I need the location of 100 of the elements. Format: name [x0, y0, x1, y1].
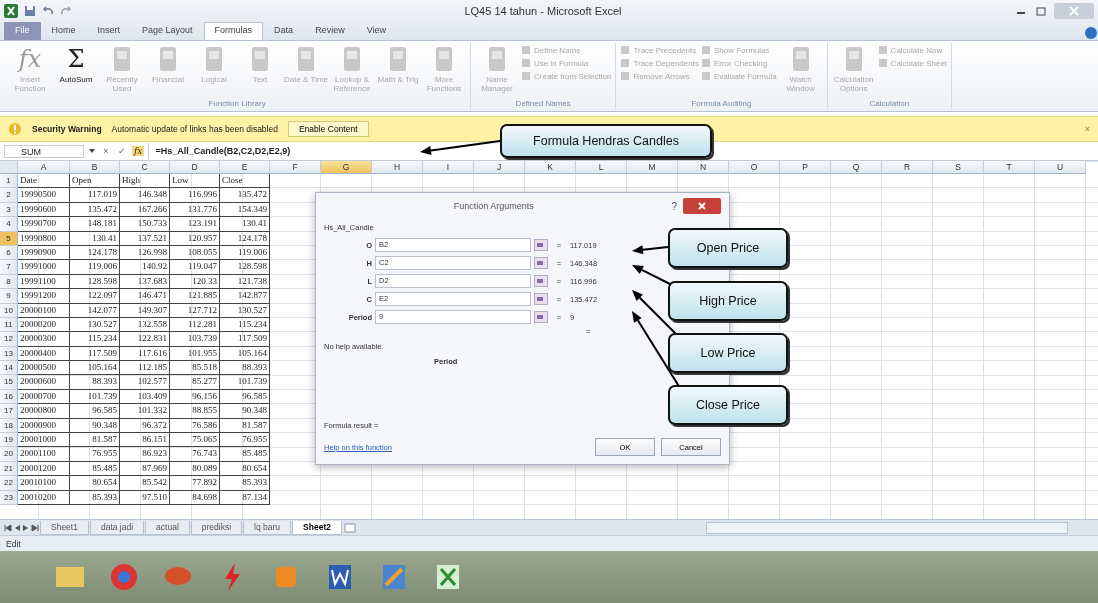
table-cell[interactable]: 85.518	[170, 361, 220, 376]
table-cell[interactable]: 20000900	[18, 418, 70, 434]
table-cell[interactable]: 85.393	[220, 476, 270, 491]
sheet-tab[interactable]: Sheet2	[292, 520, 342, 535]
table-cell[interactable]: 19990600	[18, 202, 70, 218]
column-header[interactable]: L	[576, 161, 627, 174]
name-box[interactable]: SUM	[4, 144, 84, 158]
table-cell[interactable]: 20010100	[18, 476, 70, 491]
table-cell[interactable]: Low	[170, 174, 220, 189]
table-cell[interactable]: 149.307	[120, 303, 170, 318]
table-cell[interactable]: 132.558	[120, 317, 170, 333]
table-cell[interactable]: 117.509	[220, 332, 270, 347]
sheet-tab[interactable]: data jadi	[89, 520, 145, 535]
table-cell[interactable]: 148.181	[70, 217, 120, 232]
table-cell[interactable]: 150.733	[120, 217, 170, 232]
table-cell[interactable]: 124.178	[70, 245, 120, 261]
table-cell[interactable]: 117.509	[70, 346, 120, 362]
table-cell[interactable]: 97.510	[120, 490, 170, 505]
table-cell[interactable]: 101.739	[70, 389, 120, 405]
row-header[interactable]: 4	[0, 217, 18, 232]
column-header[interactable]: T	[984, 161, 1035, 174]
table-cell[interactable]: 76.586	[170, 418, 220, 434]
table-cell[interactable]: 119.047	[170, 260, 220, 275]
collapse-dialog-icon[interactable]	[534, 311, 548, 323]
table-cell[interactable]: 20001200	[18, 461, 70, 477]
table-cell[interactable]: 123.191	[170, 217, 220, 232]
new-sheet-icon[interactable]	[342, 522, 357, 533]
column-header[interactable]: R	[882, 161, 933, 174]
row-header[interactable]: 15	[0, 375, 18, 390]
redo-icon[interactable]	[60, 5, 72, 17]
table-cell[interactable]: 103.739	[170, 332, 220, 347]
table-cell[interactable]: 167.266	[120, 202, 170, 218]
table-cell[interactable]: 108.055	[170, 245, 220, 261]
table-cell[interactable]: 146.348	[120, 188, 170, 203]
column-header[interactable]: F	[270, 161, 321, 174]
table-cell[interactable]: 77.892	[170, 476, 220, 491]
collapse-dialog-icon[interactable]	[534, 293, 548, 305]
table-cell[interactable]: 19990800	[18, 231, 70, 246]
row-header[interactable]: 14	[0, 361, 18, 376]
table-cell[interactable]: 76.955	[220, 433, 270, 448]
table-cell[interactable]: 105.164	[220, 346, 270, 362]
collapse-dialog-icon[interactable]	[534, 275, 548, 287]
collapse-dialog-icon[interactable]	[534, 239, 548, 251]
table-cell[interactable]: 121.738	[220, 274, 270, 290]
table-cell[interactable]: 115.234	[70, 332, 120, 347]
table-cell[interactable]: 130.527	[220, 303, 270, 318]
insert-function-button[interactable]: fx	[132, 146, 145, 156]
next-sheet-icon[interactable]	[22, 523, 30, 532]
table-cell[interactable]: 146.471	[120, 289, 170, 304]
table-cell[interactable]: 20000500	[18, 361, 70, 376]
column-header[interactable]: B	[70, 161, 120, 174]
table-cell[interactable]: 96.372	[120, 418, 170, 434]
table-cell[interactable]: 20000200	[18, 317, 70, 333]
table-cell[interactable]: 154.349	[220, 202, 270, 218]
table-cell[interactable]: 101.332	[120, 404, 170, 419]
ribbon-tab[interactable]: View	[355, 22, 397, 40]
row-header[interactable]: 17	[0, 404, 18, 419]
table-cell[interactable]: 122.831	[120, 332, 170, 347]
column-header[interactable]: G	[321, 161, 372, 174]
table-cell[interactable]: 128.598	[220, 260, 270, 275]
table-cell[interactable]: 112.185	[120, 361, 170, 376]
column-header[interactable]: H	[372, 161, 423, 174]
ribbon-tab[interactable]: Insert	[86, 22, 132, 40]
table-cell[interactable]: 19990500	[18, 188, 70, 203]
table-cell[interactable]: 20000700	[18, 389, 70, 405]
table-cell[interactable]: 80.654	[70, 476, 120, 491]
row-header[interactable]: 22	[0, 476, 18, 491]
table-cell[interactable]: 131.776	[170, 202, 220, 218]
table-cell[interactable]: 140.92	[120, 260, 170, 275]
table-cell[interactable]: 20000800	[18, 404, 70, 419]
column-header[interactable]: P	[780, 161, 831, 174]
table-cell[interactable]: 85.485	[220, 447, 270, 462]
table-cell[interactable]: 137.521	[120, 231, 170, 246]
table-cell[interactable]: 88.855	[170, 404, 220, 419]
table-cell[interactable]: 112.281	[170, 317, 220, 333]
cancel-button[interactable]: ×	[100, 146, 112, 156]
table-cell[interactable]: 80.654	[220, 461, 270, 477]
column-header[interactable]: D	[170, 161, 220, 174]
table-cell[interactable]: 75.065	[170, 433, 220, 448]
last-sheet-icon[interactable]	[31, 523, 39, 532]
sheet-tab[interactable]: actual	[145, 520, 190, 535]
column-header[interactable]: E	[220, 161, 270, 174]
table-cell[interactable]: 96.156	[170, 389, 220, 405]
table-cell[interactable]: 116.996	[170, 188, 220, 203]
table-cell[interactable]: 142.877	[220, 289, 270, 304]
table-cell[interactable]: 124.178	[220, 231, 270, 246]
table-cell[interactable]: 81.587	[220, 418, 270, 434]
table-cell[interactable]: 19991000	[18, 260, 70, 275]
table-cell[interactable]: 85.277	[170, 375, 220, 390]
table-cell[interactable]: 128.598	[70, 274, 120, 290]
table-cell[interactable]: 20000300	[18, 332, 70, 347]
table-cell[interactable]: 76.743	[170, 447, 220, 462]
column-header[interactable]: M	[627, 161, 678, 174]
table-cell[interactable]: 121.885	[170, 289, 220, 304]
table-cell[interactable]: 90.348	[70, 418, 120, 434]
row-header[interactable]: 12	[0, 332, 18, 347]
table-cell[interactable]: 20001000	[18, 433, 70, 448]
row-header[interactable]: 9	[0, 289, 18, 304]
table-cell[interactable]: 19990900	[18, 245, 70, 261]
ribbon-tab[interactable]: Page Layout	[131, 22, 204, 40]
